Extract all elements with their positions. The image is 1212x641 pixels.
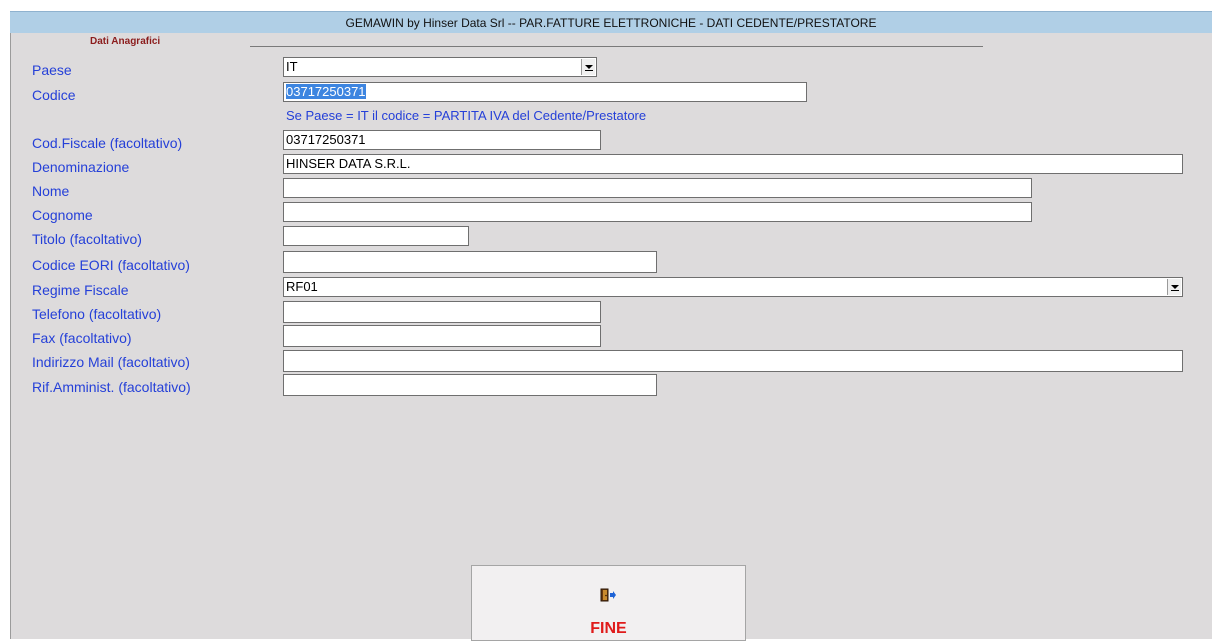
indirizzo-mail-input[interactable]	[283, 350, 1183, 372]
rif-amminist-label: Rif.Amminist. (facoltativo)	[32, 379, 191, 395]
paese-label: Paese	[32, 62, 72, 78]
cognome-label: Cognome	[32, 207, 93, 223]
titolo-input[interactable]	[283, 226, 469, 246]
regime-fiscale-label: Regime Fiscale	[32, 282, 129, 298]
indirizzo-mail-label: Indirizzo Mail (facoltativo)	[32, 354, 190, 370]
paese-value: IT	[286, 59, 298, 74]
section-divider	[250, 46, 983, 47]
denominazione-label: Denominazione	[32, 159, 130, 175]
exit-door-icon	[600, 588, 616, 602]
codice-eori-input[interactable]	[283, 251, 657, 273]
fine-button-label: FINE	[590, 620, 627, 637]
window-left-border	[10, 0, 11, 639]
dropdown-arrow-icon[interactable]	[1167, 279, 1181, 295]
denominazione-input[interactable]: HINSER DATA S.R.L.	[283, 154, 1183, 174]
cod-fiscale-label: Cod.Fiscale (facoltativo)	[32, 135, 183, 151]
section-title: Dati Anagrafici	[90, 36, 161, 47]
fine-button[interactable]: FINE	[471, 565, 746, 641]
codice-eori-label: Codice EORI (facoltativo)	[32, 257, 190, 273]
nome-input[interactable]	[283, 178, 1032, 198]
fax-input[interactable]	[283, 325, 601, 347]
cognome-input[interactable]	[283, 202, 1032, 222]
telefono-input[interactable]	[283, 301, 601, 323]
telefono-label: Telefono (facoltativo)	[32, 306, 162, 322]
nome-label: Nome	[32, 183, 70, 199]
fax-label: Fax (facoltativo)	[32, 330, 132, 346]
paese-hint-text: Se Paese = IT il codice = PARTITA IVA de…	[286, 108, 647, 123]
window-title: GEMAWIN by Hinser Data Srl -- PAR.FATTUR…	[10, 11, 1212, 33]
main-window: GEMAWIN by Hinser Data Srl -- PAR.FATTUR…	[10, 0, 1212, 641]
rif-amminist-input[interactable]	[283, 374, 657, 396]
codice-label: Codice	[32, 87, 76, 103]
paese-select[interactable]: IT	[283, 57, 597, 77]
codice-value: 03717250371	[286, 84, 366, 99]
regime-fiscale-value: RF01	[286, 279, 318, 294]
top-strip	[10, 0, 1212, 11]
titolo-label: Titolo (facoltativo)	[32, 231, 142, 247]
dropdown-arrow-icon[interactable]	[581, 59, 595, 75]
cod-fiscale-input[interactable]: 03717250371	[283, 130, 601, 150]
codice-input[interactable]: 03717250371	[283, 82, 807, 102]
regime-fiscale-select[interactable]: RF01	[283, 277, 1183, 297]
